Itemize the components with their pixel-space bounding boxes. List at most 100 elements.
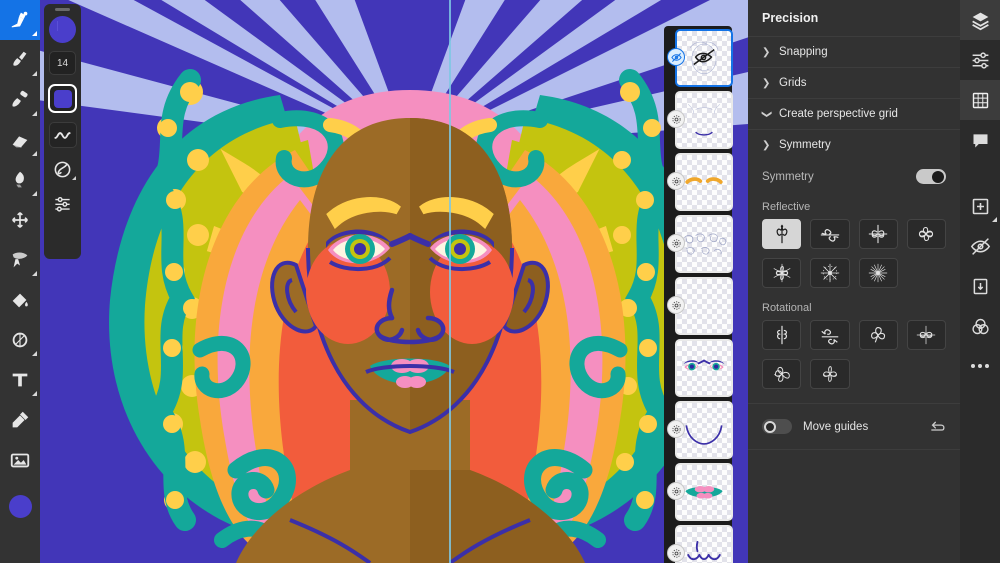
tool-place-image[interactable]: [0, 440, 40, 480]
rotational-4-fold-button[interactable]: [906, 320, 946, 350]
layer-row[interactable]: [667, 463, 733, 521]
shape-stamp-icon: [12, 332, 28, 348]
merge-down-icon: [973, 278, 987, 294]
lasso-select-icon: [12, 252, 28, 268]
brush-settings-button[interactable]: [49, 190, 77, 216]
artwork-illustration[interactable]: [40, 0, 748, 563]
eraser-icon: [12, 136, 28, 148]
reset-arrow-icon[interactable]: [929, 418, 946, 435]
brush-color-circle[interactable]: [49, 16, 76, 43]
accordion-label: Snapping: [779, 46, 828, 58]
rail-more-options-button[interactable]: [960, 346, 1000, 386]
thumb-chin-line: [687, 103, 721, 136]
layer-row[interactable]: [667, 91, 733, 149]
brush-size-value[interactable]: 14: [49, 51, 76, 75]
reflective-diagonal-4-button[interactable]: [906, 219, 946, 249]
rail-spacer: [960, 160, 1000, 186]
blend-mode-button[interactable]: [49, 156, 77, 182]
tool-eraser[interactable]: [0, 120, 40, 160]
move-guides-switch[interactable]: [762, 419, 792, 434]
chevron-down-icon: ❯: [762, 139, 771, 151]
thumb-lips: [685, 486, 723, 499]
thumb-blank: [677, 279, 731, 333]
layer-row[interactable]: [667, 525, 733, 563]
layer-row[interactable]: [667, 153, 733, 211]
tool-vector-brush[interactable]: [0, 80, 40, 120]
rail-layers-button[interactable]: [960, 0, 1000, 40]
active-color-swatch[interactable]: [9, 495, 32, 518]
pixel-brush-icon: [11, 11, 28, 28]
symmetry-guide-line[interactable]: [449, 0, 451, 563]
accordion-symmetry[interactable]: ❯ Symmetry: [748, 129, 960, 160]
live-brush-icon: [13, 51, 27, 66]
brush-options-popover[interactable]: 14: [44, 4, 81, 259]
smoothing-button[interactable]: [48, 122, 77, 148]
rail-layer-properties-button[interactable]: [960, 40, 1000, 80]
layer-row[interactable]: [667, 215, 733, 273]
tool-eyedropper[interactable]: [0, 400, 40, 440]
reflective-vertical-axis-button[interactable]: [762, 219, 802, 249]
accordion-label: Create perspective grid: [779, 108, 898, 120]
rail-add-layer-button[interactable]: [960, 186, 1000, 226]
rotational-3-fold-button[interactable]: [858, 320, 898, 350]
accordion-grids[interactable]: ❯ Grids: [748, 67, 960, 98]
tool-live-brush[interactable]: [0, 40, 40, 80]
rail-merge-down-button[interactable]: [960, 266, 1000, 306]
smudge-icon: [15, 171, 24, 188]
rail-blend-mode-button[interactable]: [960, 306, 1000, 346]
blend-mode-icon: [54, 161, 71, 177]
thumb-hair-swirls: [684, 233, 727, 255]
move-guides-row[interactable]: Move guides: [748, 403, 960, 449]
tool-smudge[interactable]: [0, 160, 40, 200]
rotational-5-fold-button[interactable]: [762, 359, 802, 389]
layer-row[interactable]: [667, 277, 733, 335]
eyedropper-icon: [12, 411, 29, 428]
thumb-eyes: [683, 359, 725, 371]
gear-icon[interactable]: [667, 296, 685, 314]
reflective-6-axis-button[interactable]: [762, 258, 802, 288]
add-layer-expand-corner: [992, 217, 997, 222]
layer-thumbnail-strip[interactable]: [664, 26, 733, 563]
thumb-sketch-face: [689, 41, 719, 75]
chevron-right-icon: ❯: [762, 46, 771, 58]
rail-hide-layer-button[interactable]: [960, 226, 1000, 266]
rail-comments-button[interactable]: [960, 120, 1000, 160]
eye-off-icon[interactable]: [667, 48, 685, 66]
rotational-2-fold-vertical-button[interactable]: [762, 320, 802, 350]
drawing-canvas[interactable]: [40, 0, 748, 563]
brush-swatch-button[interactable]: [48, 84, 77, 113]
accordion-create-perspective-grid[interactable]: ❯ Create perspective grid: [748, 98, 960, 129]
accordion-label: Symmetry: [779, 139, 831, 151]
gear-icon[interactable]: [667, 234, 685, 252]
rotational-2-fold-horizontal-button[interactable]: [810, 320, 850, 350]
gear-icon[interactable]: [667, 420, 685, 438]
brush-settings-icon: [55, 196, 70, 212]
thumb-nose-line: [687, 540, 721, 561]
popover-drag-handle[interactable]: [55, 8, 70, 11]
tool-lasso-select[interactable]: [0, 240, 40, 280]
tool-transform[interactable]: [0, 200, 40, 240]
tool-fill[interactable]: [0, 280, 40, 320]
gear-icon[interactable]: [667, 482, 685, 500]
layer-row[interactable]: [667, 339, 733, 397]
accordion-snapping[interactable]: ❯ Snapping: [748, 36, 960, 67]
reflective-cross-axis-button[interactable]: [858, 219, 898, 249]
symmetry-toggle-switch[interactable]: [916, 169, 946, 184]
rotational-6-fold-button[interactable]: [810, 359, 850, 389]
layer-row[interactable]: [667, 29, 733, 87]
rail-precision-button[interactable]: [960, 80, 1000, 120]
right-icon-rail: [960, 0, 1000, 563]
tool-shape[interactable]: [0, 320, 40, 360]
symmetry-toggle-row[interactable]: Symmetry: [748, 160, 960, 189]
tool-text[interactable]: [0, 360, 40, 400]
reflective-horizontal-axis-button[interactable]: [810, 219, 850, 249]
gear-icon[interactable]: [667, 110, 685, 128]
layer-row[interactable]: [667, 401, 733, 459]
gear-icon[interactable]: [667, 172, 685, 190]
layer-thumbnail[interactable]: [675, 339, 733, 397]
reflective-8-axis-button[interactable]: [810, 258, 850, 288]
reflective-12-axis-button[interactable]: [858, 258, 898, 288]
blend-circles-icon: [971, 318, 989, 334]
gear-icon[interactable]: [667, 544, 685, 562]
tool-pixel-brush[interactable]: [0, 0, 40, 40]
